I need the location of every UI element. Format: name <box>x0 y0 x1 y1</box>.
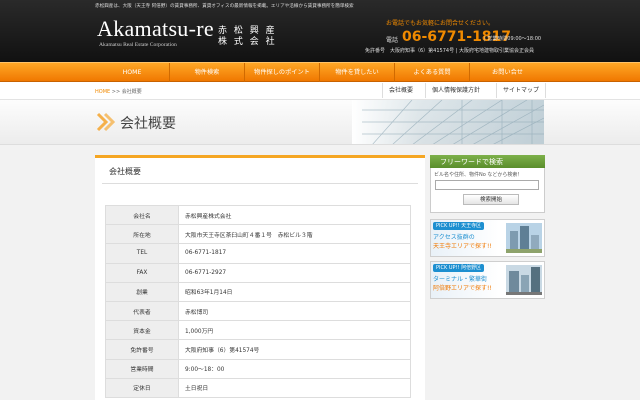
site-logo[interactable]: Akamatsu-re <box>97 16 214 42</box>
page: 赤松興産は、大阪（天王寺 阿倍野）の賃貸事務所、賃貸オフィスの最新情報を掲載。エ… <box>0 0 640 400</box>
banner-line: 阿倍野エリアで探す!! <box>433 285 492 292</box>
search-start-button[interactable]: 検索開始 <box>463 194 519 205</box>
tennoji-banner-image <box>506 223 542 253</box>
company-name-line2: 株 式 会 社 <box>218 37 277 47</box>
row-label: FAX <box>105 262 179 283</box>
row-value: 大阪市天王寺区茶臼山町４番１号 赤松ビル３階 <box>178 224 411 245</box>
section-divider <box>102 183 418 184</box>
page-title: 会社概要 <box>120 116 176 132</box>
row-label: 営業時間 <box>105 358 179 379</box>
row-label: TEL <box>105 243 179 264</box>
row-label: 所在地 <box>105 224 179 245</box>
nav-home[interactable]: HOME <box>95 63 170 82</box>
row-value: 赤松博司 <box>178 300 411 322</box>
banner-line: アクセス抜群の <box>433 234 475 241</box>
row-value: 06-6771-2927 <box>178 262 411 283</box>
row-value: 9:00～18：00 <box>178 358 411 379</box>
header-tagline: 赤松興産は、大阪（天王寺 阿倍野）の賃貸事務所、賃貸オフィスの最新情報を掲載。エ… <box>95 4 354 9</box>
breadcrumb-current: 会社概要 <box>121 89 142 95</box>
table-row: 会社名 赤松興産株式会社 <box>105 204 411 226</box>
section-title: 会社概要 <box>109 167 141 176</box>
row-label: 代表者 <box>105 300 179 322</box>
banner-pickup-label: PICK UP!! 天王寺区 <box>433 222 485 230</box>
logo-subtitle: Akamatsu Real Estate Corporation <box>99 42 177 48</box>
hero-building-image <box>352 100 544 144</box>
breadcrumb-home[interactable]: HOME <box>95 89 110 95</box>
table-row: TEL 06-6771-1817 <box>105 243 411 264</box>
util-link-sitemap[interactable]: サイトマップ <box>496 83 547 98</box>
nav-faq[interactable]: よくある質問 <box>395 63 470 82</box>
nav-contact[interactable]: お問い合せ <box>470 63 545 82</box>
row-value: 1,000万円 <box>178 320 411 341</box>
table-row: 免許番号 大阪府知事（6）第41574号 <box>105 339 411 360</box>
chevron-right-icon <box>96 112 116 132</box>
phone-label: 電話 <box>386 37 399 44</box>
table-row: 定休日 土日祝日 <box>105 377 411 398</box>
phone-cta: お電話でもお気軽にお問合せください。 <box>386 20 495 27</box>
breadcrumb-separator: >> <box>110 89 122 95</box>
row-label: 免許番号 <box>105 339 179 360</box>
license-info: 免許番号 大阪府知事（6）第41574号 | 大阪府宅地建物取引業協会正会員 <box>365 48 534 54</box>
row-label: 創業 <box>105 281 179 302</box>
util-link-privacy[interactable]: 個人情報保護方針 <box>425 83 486 98</box>
table-row: 代表者 赤松博司 <box>105 300 411 322</box>
table-row: 創業 昭和63年1月14日 <box>105 281 411 302</box>
table-row: 資本金 1,000万円 <box>105 320 411 341</box>
freeword-search-input[interactable] <box>435 180 539 190</box>
business-hours: | 営業時間09:00～18:00 <box>484 36 542 42</box>
row-value: 赤松興産株式会社 <box>178 204 411 226</box>
row-label: 会社名 <box>105 204 179 226</box>
company-info-table: 会社名 赤松興産株式会社 所在地 大阪市天王寺区茶臼山町４番１号 赤松ビル３階 TE… <box>105 204 411 398</box>
breadcrumb: HOME >> 会社概要 <box>95 88 142 95</box>
banner-pickup-label: PICK UP!! 阿倍野区 <box>433 264 485 272</box>
freeword-search-title: フリーワードで検索 <box>440 158 503 166</box>
banner-line: 天王寺エリアで探す!! <box>433 243 492 250</box>
row-value: 土日祝日 <box>178 377 411 398</box>
row-value: 昭和63年1月14日 <box>178 281 411 302</box>
table-row: 所在地 大阪市天王寺区茶臼山町４番１号 赤松ビル３階 <box>105 224 411 245</box>
nav-lease-property[interactable]: 物件を貸したい <box>320 63 395 82</box>
row-value: 06-6771-1817 <box>178 243 411 264</box>
table-row: FAX 06-6771-2927 <box>105 262 411 283</box>
company-name-jp: 赤 松 興 産 株 式 会 社 <box>218 26 277 48</box>
row-value: 大阪府知事（6）第41574号 <box>178 339 411 360</box>
banner-line: ターミナル・繁華街 <box>433 276 488 283</box>
row-label: 資本金 <box>105 320 179 341</box>
nav-search-tips[interactable]: 物件探しのポイント <box>245 63 320 82</box>
freeword-search-note: ビル名や住所、物件No などから検索！ <box>434 172 523 178</box>
site-header <box>0 0 640 62</box>
util-link-company[interactable]: 会社概要 <box>382 83 419 98</box>
nav-property-search[interactable]: 物件検索 <box>170 63 245 82</box>
company-name-line1: 赤 松 興 産 <box>218 26 277 36</box>
abeno-banner-image <box>506 265 542 295</box>
table-row: 営業時間 9:00～18：00 <box>105 358 411 379</box>
row-label: 定休日 <box>105 377 179 398</box>
